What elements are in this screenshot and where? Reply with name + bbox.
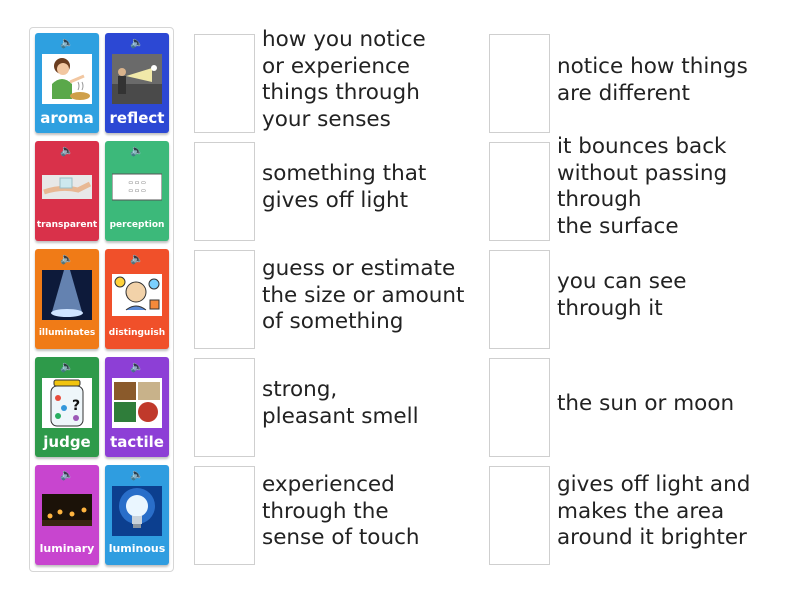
speaker-icon[interactable]: 🔈 — [105, 361, 169, 373]
tile-judge[interactable]: 🔈 ? judge — [35, 357, 99, 457]
tile-transparent[interactable]: 🔈 transparent — [35, 141, 99, 241]
definition-text: it bounces back without passing through … — [557, 134, 728, 239]
speaker-icon[interactable]: 🔈 — [105, 253, 169, 265]
speaker-icon[interactable]: 🔈 — [35, 361, 99, 373]
drop-slot[interactable] — [489, 250, 550, 349]
definition-text: how you notice or experience things thro… — [262, 27, 426, 132]
tile-luminary[interactable]: 🔈 luminary — [35, 465, 99, 565]
speaker-icon[interactable]: 🔈 — [105, 469, 169, 481]
tile-label: perception — [109, 220, 165, 230]
light-bulb-image — [112, 486, 162, 536]
drop-slot[interactable] — [489, 358, 550, 457]
definition-text: strong, pleasant smell — [262, 377, 419, 429]
tile-label: luminous — [108, 542, 166, 555]
drop-slot[interactable] — [194, 142, 255, 241]
svg-text:▭ ▭ ▭: ▭ ▭ ▭ — [128, 188, 146, 194]
definition-text: something that gives off light — [262, 161, 427, 213]
definition-text: gives off light and makes the area aroun… — [557, 472, 751, 550]
textures-collage-image — [112, 378, 162, 428]
speaker-icon[interactable]: 🔈 — [105, 145, 169, 157]
drop-slot[interactable] — [194, 250, 255, 349]
definition-text: notice how things are different — [557, 54, 748, 106]
tile-label: illuminates — [38, 328, 96, 338]
tile-label: transparent — [36, 220, 98, 230]
confused-person-image — [112, 274, 162, 316]
tile-perception[interactable]: 🔈 ▭ ▭ ▭ ▭ ▭ ▭ perception — [105, 141, 169, 241]
spotlight-image — [42, 270, 92, 320]
speaker-icon[interactable]: 🔈 — [105, 37, 169, 49]
drop-slot[interactable] — [489, 34, 550, 133]
svg-text:?: ? — [72, 398, 80, 414]
tile-tactile[interactable]: 🔈 tactile — [105, 357, 169, 457]
hand-with-glass-image — [42, 175, 92, 199]
tile-label: distinguish — [108, 328, 166, 338]
tile-label: luminary — [39, 542, 95, 555]
svg-text:▭ ▭ ▭: ▭ ▭ ▭ — [128, 180, 146, 186]
tile-label: aroma — [40, 109, 94, 127]
tile-label: reflect — [109, 109, 165, 127]
drop-slot[interactable] — [489, 142, 550, 241]
definition-text: experienced through the sense of touch — [262, 472, 420, 550]
tile-reflect[interactable]: 🔈 reflect — [105, 33, 169, 133]
drop-slot[interactable] — [194, 358, 255, 457]
jar-of-candies-image: ? — [42, 378, 92, 428]
tile-luminous[interactable]: 🔈 luminous — [105, 465, 169, 565]
person-smelling-food-image — [42, 54, 92, 104]
tile-label: tactile — [110, 433, 164, 451]
tile-distinguish[interactable]: 🔈 distinguish — [105, 249, 169, 349]
definition-text: the sun or moon — [557, 391, 735, 416]
drop-slot[interactable] — [489, 466, 550, 565]
lanterns-at-night-image — [42, 494, 92, 526]
definition-text: guess or estimate the size or amount of … — [262, 256, 465, 334]
speaker-icon[interactable]: 🔈 — [35, 253, 99, 265]
definition-text: you can see through it — [557, 269, 687, 321]
drop-slot[interactable] — [194, 34, 255, 133]
tile-aroma[interactable]: 🔈 aroma — [35, 33, 99, 133]
speaker-icon[interactable]: 🔈 — [35, 145, 99, 157]
tile-label: judge — [43, 433, 91, 451]
perception-diagram-image: ▭ ▭ ▭ ▭ ▭ ▭ — [112, 173, 162, 201]
speaker-icon[interactable]: 🔈 — [35, 37, 99, 49]
people-with-light-beam-image — [112, 54, 162, 104]
speaker-icon[interactable]: 🔈 — [35, 469, 99, 481]
tile-illuminates[interactable]: 🔈 illuminates — [35, 249, 99, 349]
drop-slot[interactable] — [194, 466, 255, 565]
